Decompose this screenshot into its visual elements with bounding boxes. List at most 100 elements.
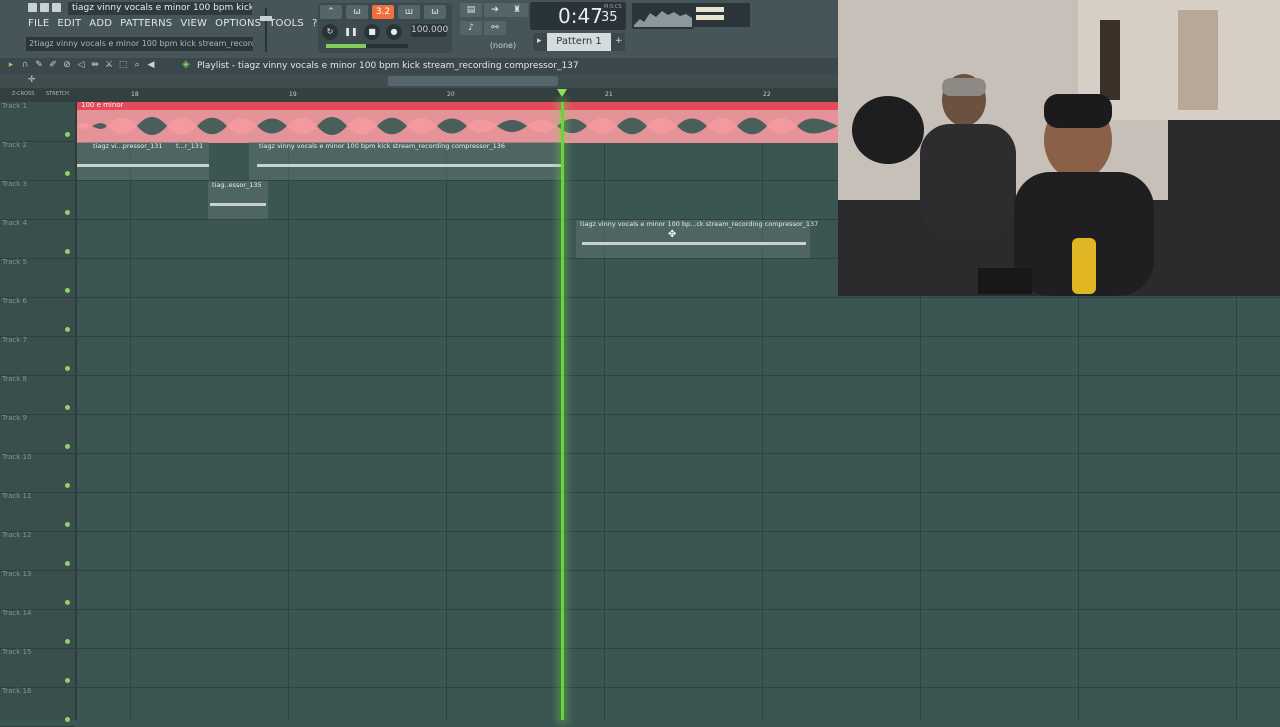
horizontal-scrollbar[interactable]: ✛ xyxy=(0,74,838,88)
track-header[interactable]: Track 8 xyxy=(0,375,75,415)
webcam-overlay xyxy=(838,0,1280,296)
oscilloscope xyxy=(632,3,694,29)
clip-label: t...r_131 xyxy=(176,142,204,150)
main-menu: FILE EDIT ADD PATTERNS VIEW OPTIONS TOOL… xyxy=(28,18,326,29)
tempo-slider[interactable] xyxy=(326,44,408,48)
oscilloscope-wave xyxy=(634,11,692,27)
record-icon[interactable]: ● xyxy=(386,24,402,40)
playhead-line xyxy=(561,102,564,720)
audio-clip-waveform[interactable] xyxy=(77,110,838,143)
menu-tools[interactable]: TOOLS xyxy=(269,18,304,29)
menu-patterns[interactable]: PATTERNS xyxy=(120,18,172,29)
draw-icon[interactable]: ♪ xyxy=(460,21,482,35)
ruler-bar: 22 xyxy=(763,91,771,98)
typing-keyboard-icon[interactable]: ♜ xyxy=(506,3,528,17)
track-header[interactable]: Track 14 xyxy=(0,609,75,649)
delete-icon[interactable]: ⊘ xyxy=(62,60,72,70)
slip-icon[interactable]: ⇹ xyxy=(90,60,100,70)
audio-clip-header[interactable]: 100 e minor xyxy=(77,101,838,110)
audio-clip[interactable]: tiag..essor_135 xyxy=(208,181,268,219)
playback-icon[interactable]: ◀ xyxy=(146,60,156,70)
scroll-thumb[interactable] xyxy=(388,76,558,86)
piano-icon[interactable]: ▤ xyxy=(460,3,482,17)
metronome-icon[interactable]: ⌃ xyxy=(320,5,342,19)
clip-label: tiagz vi...pressor_131 xyxy=(93,142,163,150)
stretch-button[interactable]: STRETCH xyxy=(46,91,69,97)
timeline-header: Z-CROSS STRETCH xyxy=(0,88,838,102)
track-list: Track 1 Track 2 Track 3 Track 4 Track 5 … xyxy=(0,102,77,727)
select-icon[interactable]: ⬚ xyxy=(118,60,128,70)
track-header[interactable]: Track 3 xyxy=(0,180,75,220)
playlist-arrows-icon[interactable]: ◈ xyxy=(182,59,190,70)
track-header[interactable]: Track 4 xyxy=(0,219,75,259)
playhead-marker[interactable] xyxy=(557,89,567,97)
time-main: 0:47 xyxy=(558,4,603,28)
link-icon[interactable]: ⚯ xyxy=(484,21,506,35)
arrow-icon[interactable]: ➔ xyxy=(484,3,506,17)
restore-icon[interactable] xyxy=(40,3,49,12)
mode-badge[interactable]: 3.2 xyxy=(372,5,394,19)
pencil-icon[interactable]: ✎ xyxy=(34,60,44,70)
grid-line xyxy=(762,102,763,720)
mute-icon[interactable]: ◁ xyxy=(76,60,86,70)
paint-icon[interactable]: ✐ xyxy=(48,60,58,70)
loop-icon[interactable]: ↻ xyxy=(322,24,338,40)
magnet-icon[interactable]: ∩ xyxy=(20,60,30,70)
stop-icon[interactable]: ■ xyxy=(364,24,380,40)
track-header[interactable]: Track 16 xyxy=(0,687,75,727)
playlist-header: ▸ ∩ ✎ ✐ ⊘ ◁ ⇹ ⚔ ⬚ ⌕ ◀ ◈ Playlist - tiagz… xyxy=(0,58,838,74)
clip-label: tiagz vinny vocals e minor 100 bpm kick … xyxy=(259,142,506,150)
tempo-display[interactable]: 100.000 xyxy=(411,24,448,37)
webcam-image xyxy=(838,0,1280,296)
play-arrow-icon[interactable]: ▸ xyxy=(6,60,16,70)
close-icon[interactable] xyxy=(52,3,61,12)
menu-options[interactable]: OPTIONS xyxy=(215,18,261,29)
master-volume-slider[interactable] xyxy=(258,8,274,52)
pause-icon[interactable]: ❚❚ xyxy=(343,24,359,40)
track-header[interactable]: Track 1 xyxy=(0,102,75,142)
audio-clip[interactable]: t...r_131 xyxy=(172,142,209,180)
zoom-icon[interactable]: ⌕ xyxy=(132,60,142,70)
menu-view[interactable]: VIEW xyxy=(180,18,207,29)
toolbar: tiagz vinny vocals e minor 100 bpm kick … xyxy=(0,0,838,59)
menu-edit[interactable]: EDIT xyxy=(57,18,81,29)
track-header[interactable]: Track 10 xyxy=(0,453,75,493)
window-title: tiagz vinny vocals e minor 100 bpm kick … xyxy=(68,2,252,15)
grid-line xyxy=(446,102,447,720)
hint-bar: 2tiagz vinny vocals e minor 100 bpm kick… xyxy=(26,37,253,51)
move-cursor-icon: ✥ xyxy=(668,229,677,240)
level-meter xyxy=(694,3,750,27)
menu-help[interactable]: ? xyxy=(312,18,318,29)
audio-clip[interactable]: tiagz vinny vocals e minor 100 bpm kick … xyxy=(249,142,561,180)
ruler-bar: 21 xyxy=(605,91,613,98)
track-header[interactable]: Track 6 xyxy=(0,297,75,337)
menu-add[interactable]: ADD xyxy=(89,18,112,29)
track-header[interactable]: Track 2 xyxy=(0,141,75,181)
pattern-selector[interactable]: ▸ Pattern 1 + xyxy=(533,33,625,51)
loop-record-icon[interactable]: ω xyxy=(424,5,446,19)
playlist-tools: ▸ ∩ ✎ ✐ ⊘ ◁ ⇹ ⚔ ⬚ ⌕ ◀ xyxy=(6,60,156,70)
track-header[interactable]: Track 9 xyxy=(0,414,75,454)
ruler-bar: 18 xyxy=(131,91,139,98)
clip-label: tiagz vinny vocals e minor 100 bp...ck s… xyxy=(580,220,819,228)
minimize-icon[interactable] xyxy=(28,3,37,12)
pattern-prev-icon[interactable]: ▸ xyxy=(537,36,542,46)
track-header[interactable]: Track 5 xyxy=(0,258,75,298)
pattern-add-icon[interactable]: + xyxy=(615,36,623,46)
track-header[interactable]: Track 11 xyxy=(0,492,75,532)
menu-file[interactable]: FILE xyxy=(28,18,49,29)
time-display[interactable]: 0:47 M:S:CS 35 xyxy=(530,2,626,30)
wait-icon[interactable]: ω xyxy=(346,5,368,19)
snap-selector[interactable]: (none) xyxy=(480,40,526,52)
time-sub: 35 xyxy=(601,10,618,25)
track-header[interactable]: Track 7 xyxy=(0,336,75,376)
blend-icon[interactable]: ш xyxy=(398,5,420,19)
track-header[interactable]: Track 13 xyxy=(0,570,75,610)
track-header[interactable]: Track 15 xyxy=(0,648,75,688)
audio-clip[interactable]: tiagz vinny vocals e minor 100 bp...ck s… xyxy=(576,220,818,258)
slice-icon[interactable]: ⚔ xyxy=(104,60,114,70)
track-header[interactable]: Track 12 xyxy=(0,531,75,571)
zcross-button[interactable]: Z-CROSS xyxy=(12,91,34,97)
ruler-bar: 20 xyxy=(447,91,455,98)
zoom-handle-icon[interactable]: ✛ xyxy=(28,75,36,85)
